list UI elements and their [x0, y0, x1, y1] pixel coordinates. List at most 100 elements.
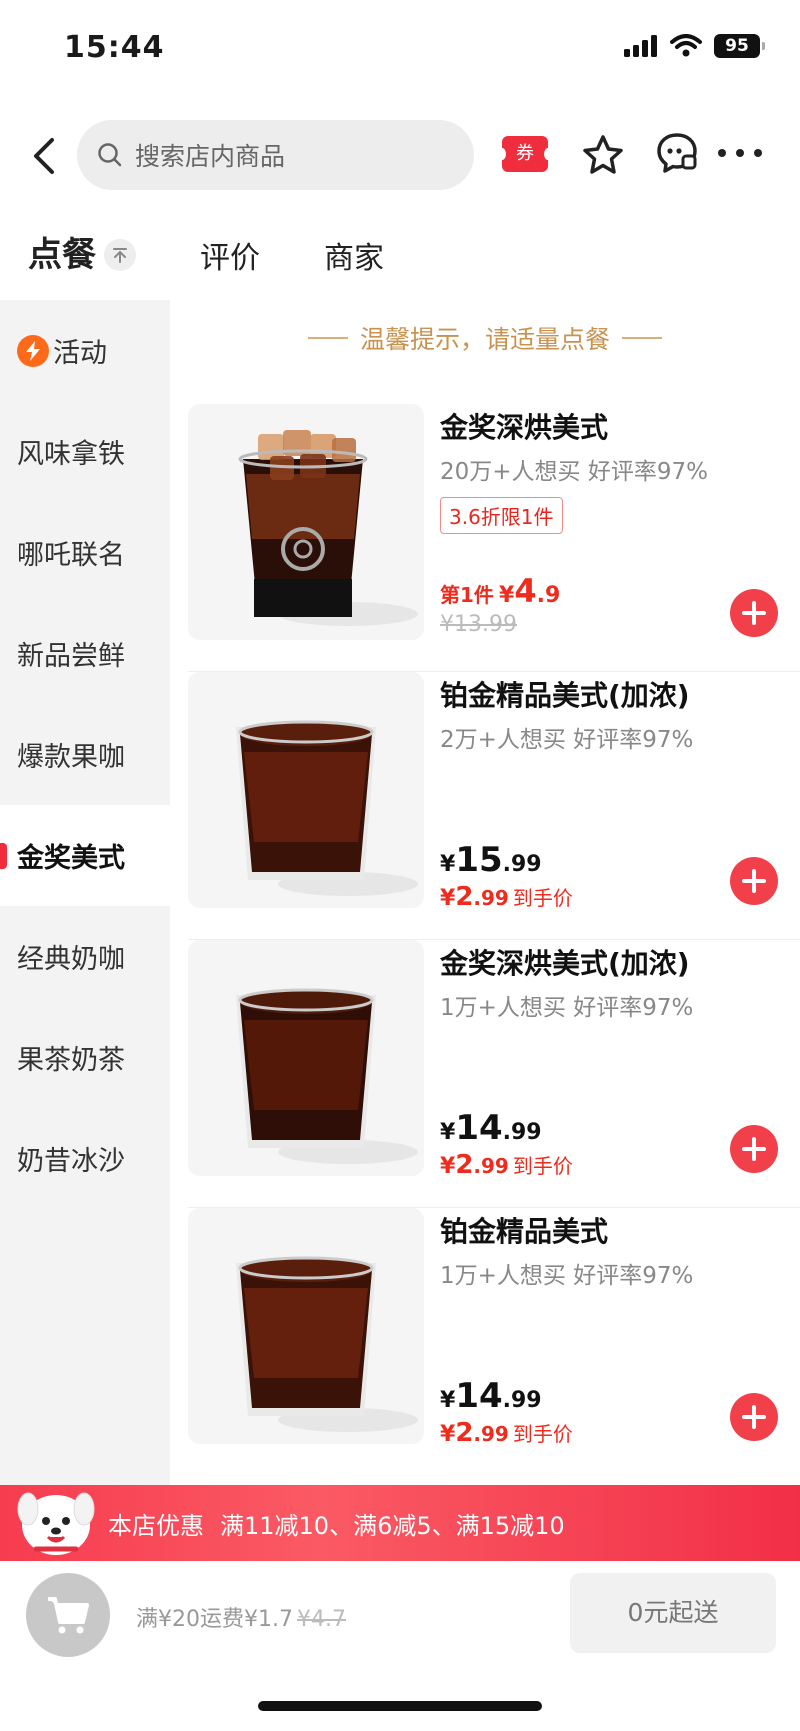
- delivery-fee-text: 满¥20运费¥1.7: [136, 1607, 293, 1632]
- chat-button[interactable]: [654, 130, 700, 176]
- product-name: 金奖深烘美式: [440, 411, 609, 444]
- dog-mascot-icon: [17, 1492, 95, 1555]
- iced-coffee-cup-icon: [238, 430, 418, 626]
- final-price-integer: 2: [455, 882, 474, 912]
- final-price: ¥2.99 到手价: [440, 1418, 573, 1448]
- sidebar-item-classic-milk-coffee[interactable]: 经典奶咖: [0, 906, 170, 1007]
- sidebar-item-shakes[interactable]: 奶昔冰沙: [0, 1108, 170, 1209]
- back-arrow-icon: [34, 138, 54, 174]
- currency-symbol: ¥: [440, 886, 456, 911]
- price-decimal: .99: [502, 852, 542, 877]
- currency-symbol: ¥: [440, 1422, 456, 1447]
- product-price: ¥14.99: [440, 1108, 542, 1148]
- original-price: ¥13.99: [440, 612, 517, 637]
- price-integer: 15: [455, 840, 503, 880]
- product-card[interactable]: 铂金精品美式(加浓) 2万+人想买 好评率97% ¥15.99 ¥2.99 到手价: [170, 672, 800, 940]
- hot-coffee-glass-icon: [236, 720, 418, 896]
- sidebar-item-new-arrivals[interactable]: 新品尝鲜: [0, 603, 170, 704]
- price-decimal: .99: [502, 1120, 542, 1145]
- price-integer: 14: [455, 1108, 503, 1148]
- price-integer: 4: [514, 572, 537, 610]
- price-integer: 14: [455, 1376, 503, 1416]
- price-decimal: .9: [536, 583, 561, 608]
- product-name: 铂金精品美式: [440, 1215, 609, 1248]
- first-item-label: 第1件: [440, 583, 494, 607]
- product-image[interactable]: [188, 404, 424, 640]
- tab-order[interactable]: 点餐: [28, 227, 96, 280]
- collapse-button[interactable]: [104, 239, 136, 271]
- currency-symbol: ¥: [499, 583, 515, 608]
- add-to-cart-button[interactable]: [730, 589, 778, 637]
- hot-coffee-glass-icon: [236, 988, 418, 1164]
- sidebar-item-activity[interactable]: 活动: [0, 300, 170, 401]
- star-icon: [583, 135, 623, 174]
- final-price-integer: 2: [455, 1418, 474, 1448]
- more-dot-icon: [718, 149, 726, 157]
- sidebar-item-flavor-latte[interactable]: 风味拿铁: [0, 401, 170, 502]
- battery-indicator: 95: [714, 34, 765, 58]
- product-name: 金奖深烘美式(加浓): [440, 947, 690, 980]
- back-button[interactable]: [26, 134, 66, 178]
- search-input[interactable]: 搜索店内商品: [77, 120, 474, 190]
- more-button[interactable]: [718, 138, 762, 168]
- add-to-cart-button[interactable]: [730, 857, 778, 905]
- nav-bar: 搜索店内商品 券: [0, 110, 800, 202]
- sidebar-item-label: 活动: [53, 338, 107, 369]
- sidebar-item-label: 奶昔冰沙: [17, 1146, 125, 1177]
- sidebar-item-label: 风味拿铁: [17, 439, 125, 470]
- delivery-fee-info: 满¥20运费¥1.7 ¥4.7: [136, 1601, 346, 1633]
- product-meta: 1万+人想买 好评率97%: [440, 995, 694, 1021]
- status-time: 15:44: [64, 30, 165, 65]
- final-price: ¥2.99 到手价: [440, 1150, 573, 1180]
- hot-coffee-glass-icon: [236, 1256, 418, 1432]
- sidebar-item-nezha-collab[interactable]: 哪吒联名: [0, 502, 170, 603]
- currency-symbol: ¥: [440, 1120, 456, 1145]
- sidebar-item-label: 哪吒联名: [17, 540, 125, 571]
- search-placeholder: 搜索店内商品: [135, 142, 286, 171]
- sidebar-item-label: 爆款果咖: [17, 742, 125, 773]
- final-price-decimal: .99: [473, 886, 509, 910]
- product-card[interactable]: 金奖深烘美式 20万+人想买 好评率97% 3.6折限1件 第1件 ¥4.9 ¥…: [170, 404, 800, 672]
- final-price-suffix: 到手价: [512, 1422, 573, 1446]
- sidebar-item-fruit-coffee[interactable]: 爆款果咖: [0, 704, 170, 805]
- final-price: ¥2.99 到手价: [440, 882, 573, 912]
- add-to-cart-button[interactable]: [730, 1125, 778, 1173]
- category-sidebar: 活动 风味拿铁 哪吒联名 新品尝鲜 爆款果咖 金奖美式 经典奶咖 果茶奶茶 奶昔…: [0, 300, 170, 1485]
- favorite-button[interactable]: [580, 132, 626, 178]
- currency-symbol: ¥: [440, 1388, 456, 1413]
- discount-tag: 3.6折限1件: [440, 497, 563, 534]
- cart-bar: 满¥20运费¥1.7 ¥4.7 0元起送: [0, 1561, 800, 1673]
- product-card[interactable]: 铂金精品美式 1万+人想买 好评率97% ¥14.99 ¥2.99 到手价: [170, 1208, 800, 1476]
- final-price-decimal: .99: [473, 1422, 509, 1446]
- product-meta: 1万+人想买 好评率97%: [440, 1263, 694, 1289]
- store-promo-banner[interactable]: 本店优惠 满11减10、满6减5、满15减10: [0, 1485, 800, 1561]
- add-to-cart-button[interactable]: [730, 1393, 778, 1441]
- product-image[interactable]: [188, 1208, 424, 1444]
- product-name: 铂金精品美式(加浓): [440, 679, 690, 712]
- product-price: ¥15.99: [440, 840, 542, 880]
- product-image[interactable]: [188, 672, 424, 908]
- tip-divider: [622, 337, 662, 339]
- product-meta: 20万+人想买 好评率97%: [440, 459, 708, 485]
- sidebar-item-americano[interactable]: 金奖美式: [0, 805, 170, 906]
- coupon-button[interactable]: 券: [498, 136, 552, 172]
- price-decimal: .99: [502, 1388, 542, 1413]
- sidebar-item-fruit-tea[interactable]: 果茶奶茶: [0, 1007, 170, 1108]
- product-price: ¥14.99: [440, 1376, 542, 1416]
- tab-merchant[interactable]: 商家: [324, 233, 384, 277]
- tab-bar: 点餐 评价 商家: [0, 225, 800, 295]
- signal-icon: [624, 35, 657, 57]
- promo-offers: 满11减10、满6减5、满15减10: [220, 1511, 565, 1540]
- product-card[interactable]: 金奖深烘美式(加浓) 1万+人想买 好评率97% ¥14.99 ¥2.99 到手价: [170, 940, 800, 1208]
- min-order-button[interactable]: 0元起送: [570, 1573, 776, 1653]
- product-image[interactable]: [188, 940, 424, 1176]
- sidebar-item-label: 新品尝鲜: [17, 641, 125, 672]
- cart-button[interactable]: [26, 1573, 110, 1657]
- status-bar: 15:44 95: [0, 0, 800, 100]
- tab-reviews[interactable]: 评价: [200, 233, 260, 277]
- collapse-icon: [113, 248, 127, 263]
- delivery-fee-original: ¥4.7: [296, 1607, 346, 1632]
- tab-order-label: 点餐: [28, 235, 96, 275]
- currency-symbol: ¥: [440, 1154, 456, 1179]
- final-price-suffix: 到手价: [512, 886, 573, 910]
